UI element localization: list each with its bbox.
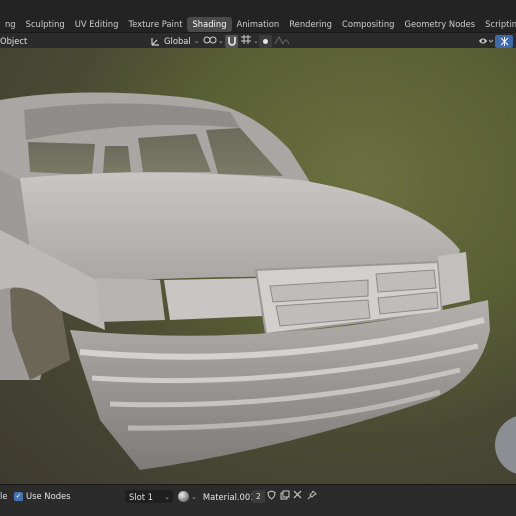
transform-orientation-icon [150,35,162,47]
3d-viewport[interactable] [0,48,516,484]
gizmo-icon[interactable] [495,34,513,48]
pivot-point-dropdown[interactable]: ⌄ [203,34,224,48]
use-nodes-checkbox[interactable]: ✓ [14,491,23,501]
pivot-link-icon [203,35,217,48]
chevron-down-icon: ⌄ [253,37,259,45]
proportional-editing [259,34,290,48]
tab-rendering[interactable]: Rendering [284,17,337,32]
van-model-render [0,92,516,474]
chevron-down-icon: ⌄ [164,492,170,501]
tab-sculpting[interactable]: Sculpting [21,17,70,32]
proportional-edit-icon[interactable] [259,34,272,48]
viewport-header: Object Global ⌄ ⌄ ⌄ [0,32,516,48]
truncated-label: le [0,491,8,501]
proportional-falloff-icon[interactable] [274,35,290,48]
workspace-tabs: ng Sculpting UV Editing Texture Paint Shadin… [0,16,516,32]
snapping-controls: ⌄ [225,34,259,48]
material-name-field[interactable]: Material.001 [203,492,256,502]
object-mode-label[interactable]: Object [0,33,27,49]
chevron-down-icon: ⌄ [193,37,200,45]
tab-uv-editing[interactable]: UV Editing [70,17,124,32]
transform-orientation-dropdown[interactable]: Global ⌄ [150,34,200,48]
overlay-visibility-icon[interactable] [477,35,495,48]
tab-scripting[interactable]: Scripting [480,17,516,32]
material-header: le ✓ Use Nodes Slot 1 ⌄ ⌄ Material.001 2 [0,484,516,516]
use-nodes-label: Use Nodes [26,491,71,501]
viewport-right-controls [477,34,513,48]
chevron-down-icon: ⌄ [191,492,197,501]
tab-shading[interactable]: Shading [187,16,232,32]
duplicate-material-icon[interactable] [279,490,291,503]
chevron-down-icon: ⌄ [218,37,224,45]
fake-user-shield-icon[interactable] [266,490,278,503]
material-user-count[interactable]: 2 [251,490,265,503]
orientation-label: Global [164,36,191,46]
unlink-material-icon[interactable] [292,490,304,503]
use-nodes-toggle[interactable]: ✓ Use Nodes [14,491,71,501]
material-sphere-icon[interactable] [178,491,189,502]
slot-label: Slot 1 [129,491,154,502]
material-slot-dropdown[interactable]: Slot 1 ⌄ [125,490,173,503]
tab-compositing[interactable]: Compositing [337,17,400,32]
workspace-bar: ng Sculpting UV Editing Texture Paint Shadin… [0,0,516,32]
tab-geometry-nodes[interactable]: Geometry Nodes [400,17,481,32]
tab-ng[interactable]: ng [0,17,21,32]
pin-icon[interactable] [306,490,318,503]
snap-grid-icon[interactable] [240,34,252,48]
snap-magnet-icon[interactable] [225,34,238,48]
tab-texture-paint[interactable]: Texture Paint [123,17,187,32]
tab-animation[interactable]: Animation [232,17,285,32]
material-selector: ⌄ Material.001 2 [178,490,304,503]
